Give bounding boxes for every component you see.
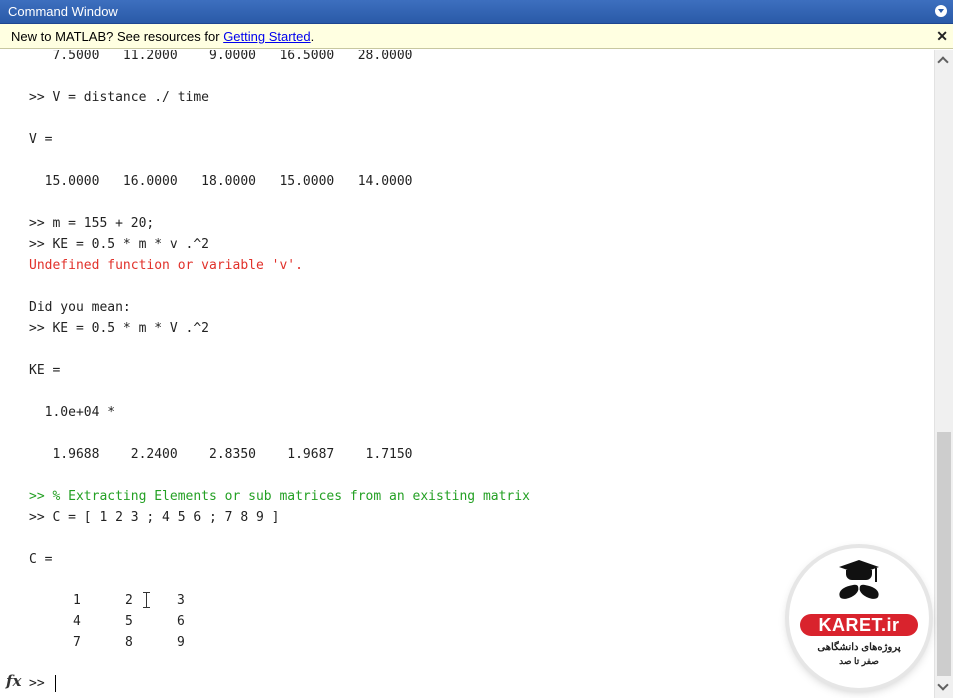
command-line: >> m = 155 + 20; xyxy=(29,216,155,231)
notice-text: New to MATLAB? See resources for xyxy=(11,29,224,44)
getting-started-notice: New to MATLAB? See resources for Getting… xyxy=(0,24,953,49)
scrollbar-thumb[interactable] xyxy=(937,432,951,676)
vertical-scrollbar[interactable] xyxy=(934,50,953,698)
output-line: C = xyxy=(29,552,53,567)
scroll-up-icon[interactable] xyxy=(935,52,953,70)
matrix-cell: 8 xyxy=(125,635,133,650)
window-title: Command Window xyxy=(8,4,118,19)
output-line: 15.0000 16.0000 18.0000 15.0000 14.0000 xyxy=(29,174,413,189)
logo-tagline: پروژه‌های دانشگاهی xyxy=(817,642,901,653)
scroll-down-icon[interactable] xyxy=(935,678,953,696)
function-browser-icon[interactable]: fx xyxy=(6,672,21,690)
matrix-cell: 1 xyxy=(73,593,81,608)
karet-logo: KARET.ir پروژه‌های دانشگاهی صفر تا صد xyxy=(789,548,929,688)
mustache-icon xyxy=(837,584,881,600)
text-cursor-icon xyxy=(143,592,150,608)
suggested-command-line[interactable]: >> KE = 0.5 * m * V .^2 xyxy=(29,320,209,337)
logo-brand: KARET.ir xyxy=(800,614,918,636)
output-line: 1.9688 2.2400 2.8350 1.9687 1.7150 xyxy=(29,447,413,462)
matrix-cell: 7 xyxy=(73,635,81,650)
getting-started-link[interactable]: Getting Started xyxy=(223,29,310,44)
matrix-cell: 3 xyxy=(177,593,185,608)
matrix-cell: 9 xyxy=(177,635,185,650)
matrix-cell: 5 xyxy=(125,614,133,629)
command-prompt: >> xyxy=(29,676,45,691)
command-line: >> KE = 0.5 * m * v .^2 xyxy=(29,237,210,252)
suggestion-label: Did you mean: xyxy=(29,300,131,315)
notice-suffix: . xyxy=(310,29,315,44)
title-bar: Command Window xyxy=(0,0,953,24)
close-icon[interactable]: ✕ xyxy=(936,24,948,49)
matrix-cell: 2 xyxy=(125,593,133,608)
logo-tagline-2: صفر تا صد xyxy=(839,656,879,666)
window-menu-icon[interactable] xyxy=(935,5,947,17)
matrix-cell: 6 xyxy=(177,614,185,629)
output-line: KE = xyxy=(29,363,61,378)
command-line: >> C = [ 1 2 3 ; 4 5 6 ; 7 8 9 ] xyxy=(29,510,280,525)
command-line: >> V = distance ./ time xyxy=(29,90,210,105)
error-message: Undefined function or variable 'v'. xyxy=(29,258,303,273)
input-caret[interactable] xyxy=(55,675,56,692)
output-line: V = xyxy=(29,132,53,147)
matrix-cell: 4 xyxy=(73,614,81,629)
comment-line: >> % Extracting Elements or sub matrices… xyxy=(29,489,530,504)
output-line: 7.5000 11.2000 9.0000 16.5000 28.0000 xyxy=(29,50,413,63)
output-line: 1.0e+04 * xyxy=(29,405,116,420)
